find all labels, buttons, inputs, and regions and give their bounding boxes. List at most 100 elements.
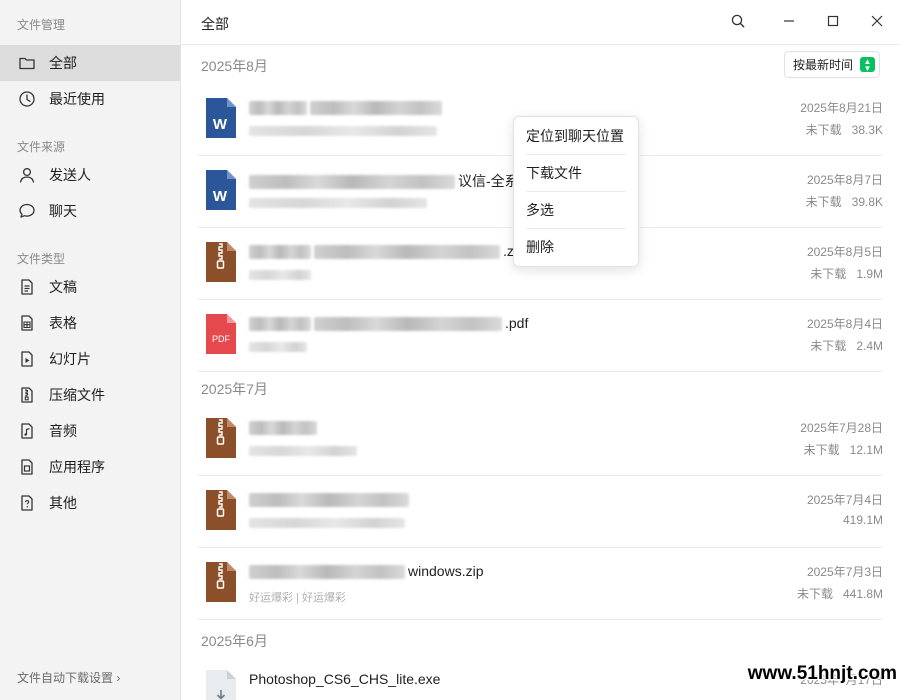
menu-item-multi-select[interactable]: 多选	[526, 192, 626, 229]
section-label-file-type: 文件类型	[17, 252, 66, 266]
sidebar-item-documents[interactable]: 文稿	[0, 269, 180, 305]
file-meta: 未下载 441.8M	[797, 585, 883, 602]
file-date: 2025年8月5日	[806, 245, 883, 259]
slides-icon	[18, 350, 36, 368]
file-row[interactable]: 2025年7月28日 未下载 12.1M	[197, 404, 883, 476]
sidebar-item-all[interactable]: 全部	[0, 45, 180, 81]
group-header-jul: 2025年7月	[201, 381, 268, 397]
search-icon	[731, 14, 745, 33]
file-size: 441.8M	[842, 587, 883, 601]
folder-icon	[18, 54, 36, 72]
file-name: 议信-全系	[249, 171, 519, 191]
group-header-aug: 2025年8月	[201, 58, 268, 74]
sidebar-item-label: 应用程序	[49, 459, 105, 475]
menu-item-delete[interactable]: 删除	[526, 229, 626, 266]
file-date: 2025年8月21日	[800, 101, 883, 115]
zip-file-icon	[206, 562, 236, 602]
chat-bubble-icon	[18, 202, 36, 220]
exe-file-icon	[206, 670, 236, 700]
file-meta: 未下载 1.9M	[810, 265, 883, 282]
file-row[interactable]: PDF .pdf 2025年8月4日 未下载 2.4M	[197, 300, 883, 372]
sidebar-item-sender[interactable]: 发送人	[0, 157, 180, 193]
sidebar-item-chat[interactable]: 聊天	[0, 193, 180, 229]
file-name	[249, 419, 320, 436]
sidebar-item-label: 表格	[49, 315, 77, 331]
sidebar-item-slides[interactable]: 幻灯片	[0, 341, 180, 377]
file-source	[249, 341, 310, 353]
section-label-file-source: 文件来源	[17, 140, 66, 154]
file-name: .pdf	[249, 315, 528, 332]
file-size: 39.8K	[851, 195, 883, 209]
word-badge: W	[213, 116, 228, 133]
title-bar: 全部	[181, 0, 900, 45]
sidebar-item-audio[interactable]: 音频	[0, 413, 180, 449]
file-date: 2025年7月3日	[806, 565, 883, 579]
file-name	[249, 491, 412, 508]
sort-dropdown[interactable]: 按最新时间 ▲ ▼	[784, 51, 880, 78]
main-panel: 全部 2025年8月 按最新时间 ▲ ▼ W 2025年8月21日 未下载 38.3	[181, 0, 900, 700]
watermark: www.51hnjt.com	[747, 663, 897, 684]
file-date: 2025年7月4日	[806, 493, 883, 507]
file-meta: 未下载 38.3K	[806, 121, 883, 138]
person-icon	[18, 166, 36, 184]
archive-icon	[18, 386, 36, 404]
sidebar-item-spreadsheets[interactable]: 表格	[0, 305, 180, 341]
file-source: 好运爆彩 | 好运爆彩	[249, 592, 346, 604]
file-size: 2.4M	[856, 339, 883, 353]
word-badge: W	[213, 188, 228, 205]
file-meta: 419.1M	[833, 513, 883, 527]
auto-download-settings-link[interactable]: 文件自动下载设置 ›	[17, 669, 120, 686]
file-row[interactable]: 2025年7月4日 419.1M	[197, 476, 883, 548]
file-source	[249, 445, 360, 457]
sidebar-item-label: 幻灯片	[49, 351, 91, 367]
page-title: 全部	[201, 16, 229, 32]
minimize-icon	[782, 14, 796, 33]
file-size: 419.1M	[842, 513, 883, 527]
file-name: .z	[249, 243, 514, 260]
close-button[interactable]	[866, 12, 888, 34]
sidebar-item-label: 文稿	[49, 279, 77, 295]
file-size: 38.3K	[851, 123, 883, 137]
sidebar-item-label: 最近使用	[49, 91, 105, 107]
pdf-badge: PDF	[212, 334, 231, 344]
sort-label: 按最新时间	[793, 58, 854, 72]
document-icon	[18, 278, 36, 296]
download-status: 未下载	[796, 587, 833, 601]
sidebar-item-label: 其他	[49, 495, 77, 511]
file-source	[249, 125, 440, 137]
file-source	[249, 269, 314, 281]
word-file-icon: W	[206, 98, 236, 138]
menu-item-download[interactable]: 下载文件	[526, 155, 626, 192]
sidebar-item-other[interactable]: 其他	[0, 485, 180, 521]
group-header-jun: 2025年6月	[201, 633, 268, 649]
file-size: 12.1M	[849, 443, 883, 457]
sidebar-item-label: 压缩文件	[49, 387, 105, 403]
zip-file-icon	[206, 490, 236, 530]
file-date: 2025年7月28日	[800, 421, 883, 435]
file-source	[249, 517, 408, 529]
sidebar-item-applications[interactable]: 应用程序	[0, 449, 180, 485]
sidebar-item-archives[interactable]: 压缩文件	[0, 377, 180, 413]
file-date: 2025年8月4日	[806, 317, 883, 331]
file-row[interactable]: windows.zip 好运爆彩 | 好运爆彩 2025年7月3日 未下载 441…	[197, 548, 883, 620]
file-name	[249, 99, 445, 116]
file-source	[249, 197, 430, 209]
minimize-button[interactable]	[778, 12, 800, 34]
audio-icon	[18, 422, 36, 440]
word-file-icon: W	[206, 170, 236, 210]
sidebar-item-label: 聊天	[49, 203, 77, 219]
sidebar-item-label: 全部	[49, 55, 77, 71]
search-button[interactable]	[727, 12, 749, 34]
app-icon	[18, 458, 36, 476]
menu-item-locate-in-chat[interactable]: 定位到聊天位置	[526, 118, 626, 155]
file-meta: 未下载 39.8K	[806, 193, 883, 210]
file-name: windows.zip	[249, 563, 483, 580]
maximize-button[interactable]	[822, 12, 844, 34]
download-status: 未下载	[810, 267, 847, 281]
download-status: 未下载	[805, 195, 842, 209]
file-meta: 未下载 2.4M	[810, 337, 883, 354]
close-icon	[870, 14, 884, 33]
sidebar-item-recent[interactable]: 最近使用	[0, 81, 180, 117]
file-name: Photoshop_CS6_CHS_lite.exe	[249, 671, 441, 687]
file-list: 2025年8月 按最新时间 ▲ ▼ W 2025年8月21日 未下载 38.3K W…	[181, 46, 900, 700]
